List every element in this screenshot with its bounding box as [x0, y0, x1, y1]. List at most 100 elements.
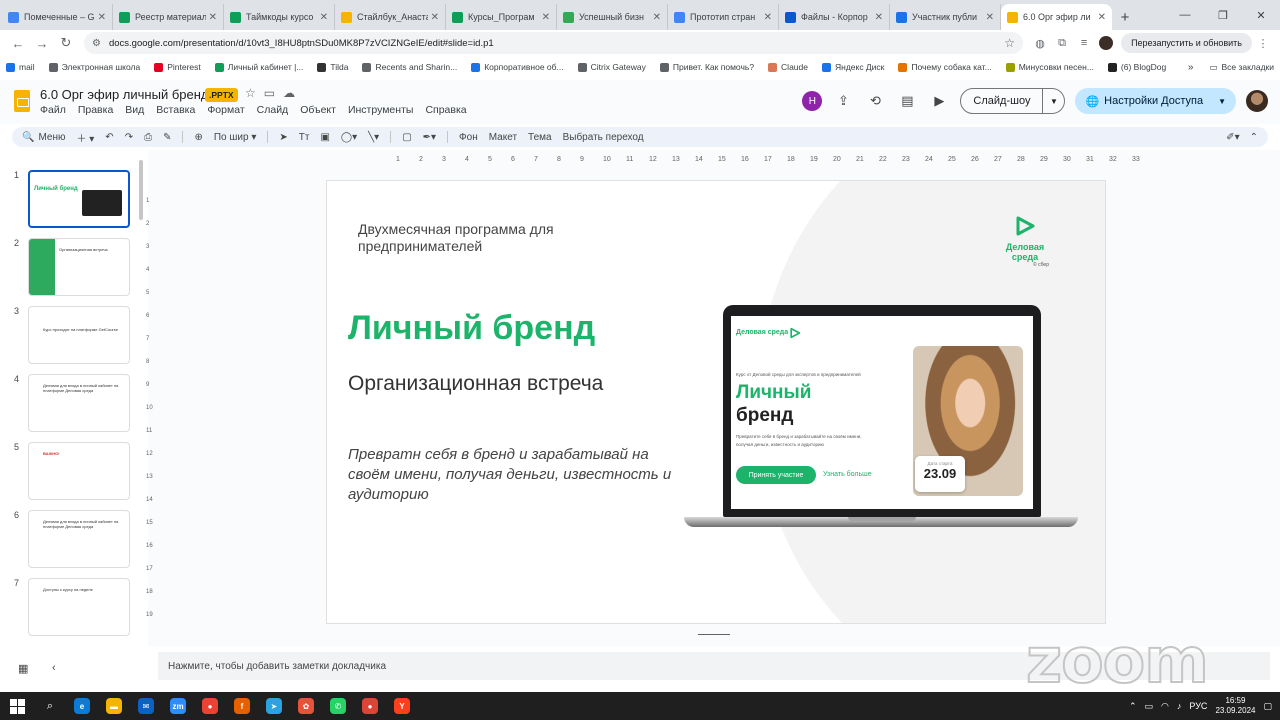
browser-tab[interactable]: Таймкоды курсо ✕ — [224, 4, 335, 30]
relaunch-button[interactable]: Перезапустить и обновить — [1121, 33, 1252, 53]
browser-tab[interactable]: Стайлбук_Анаста ✕ — [335, 4, 446, 30]
slide-thumbnail[interactable]: 3 Курс проходит на платформе GetCourse — [0, 306, 140, 368]
taskbar-app-yandex[interactable]: Y — [386, 692, 418, 720]
version-history-icon[interactable]: ⟲ — [864, 90, 886, 112]
taskbar-app-explorer[interactable]: ▬ — [98, 692, 130, 720]
minimize-button[interactable]: — — [1166, 0, 1204, 30]
taskbar-app-telegram[interactable]: ➤ — [258, 692, 290, 720]
taskbar-app-photos[interactable]: ✿ — [290, 692, 322, 720]
new-tab-button[interactable]: + — [1112, 4, 1138, 30]
close-tab-icon[interactable]: ✕ — [986, 12, 994, 23]
clock[interactable]: 16:59 23.09.2024 — [1215, 696, 1255, 716]
extension-icon[interactable]: ◍ — [1029, 32, 1051, 54]
user-avatar[interactable] — [1246, 90, 1268, 112]
theme-button[interactable]: Тема — [528, 132, 552, 143]
comments-icon[interactable]: ▤ — [896, 90, 918, 112]
menu-item[interactable]: Инструменты — [348, 104, 413, 116]
taskbar-app-whatsapp[interactable]: ✆ — [322, 692, 354, 720]
browser-tab[interactable]: Файлы - Корпор ✕ — [779, 4, 890, 30]
bookmark-item[interactable]: Pinterest — [154, 62, 201, 72]
taskbar-app-chrome[interactable]: ● — [194, 692, 226, 720]
collapse-filmstrip-icon[interactable]: ‹ — [52, 662, 56, 674]
comment-icon[interactable]: ▢ — [402, 132, 411, 143]
redo-icon[interactable]: ↷ — [125, 132, 133, 143]
browser-menu-icon[interactable]: ⋮ — [1252, 32, 1274, 54]
document-title[interactable]: 6.0 Орг эфир личный бренд — [40, 87, 209, 102]
menu-item[interactable]: Объект — [300, 104, 336, 116]
browser-tab[interactable]: Помеченные – G ✕ — [2, 4, 113, 30]
slide-subtitle[interactable]: Двухмесячная программа для предпринимате… — [358, 221, 598, 255]
present-to-meet-icon[interactable]: ⇪ — [832, 90, 854, 112]
close-tab-icon[interactable]: ✕ — [431, 12, 439, 23]
tray-chevron-icon[interactable]: ⌃ — [1129, 701, 1137, 712]
slide-tagline[interactable]: Превратн себя в бренд и зарабатывай на с… — [348, 445, 678, 505]
slide-subheading[interactable]: Организационная встреча — [348, 372, 603, 396]
horizontal-ruler[interactable]: 1 2 3 4 5 6 7 8 9 10 11 12 13 14 15 16 17 18 19 20 21 22 23 24 2… — [328, 156, 1140, 168]
bookmark-item[interactable]: Минусовки песен... — [1005, 62, 1094, 72]
close-window-button[interactable]: ✕ — [1242, 0, 1280, 30]
zoom-select[interactable]: По шир ▾ — [214, 132, 257, 143]
background-button[interactable]: Фон — [459, 132, 478, 143]
search-menu[interactable]: 🔍 Меню — [22, 132, 65, 143]
slides-logo-icon[interactable] — [14, 90, 30, 112]
vertical-ruler[interactable]: 1 2 3 4 5 6 7 8 9 10 11 12 13 14 15 16 17 18 19 — [146, 180, 156, 620]
notes-resize-handle[interactable] — [698, 634, 730, 635]
meet-camera-icon[interactable]: ▶ — [928, 90, 950, 112]
notifications-icon[interactable]: ▢ — [1263, 701, 1272, 712]
slideshow-button[interactable]: Слайд-шоу — [960, 88, 1044, 114]
print-icon[interactable]: ⎙ — [144, 132, 152, 143]
new-slide-button[interactable]: ＋ ▾ — [76, 130, 94, 145]
close-tab-icon[interactable]: ✕ — [764, 12, 772, 23]
extensions-puzzle-icon[interactable]: ⧉ — [1051, 32, 1073, 54]
profile-avatar[interactable] — [1099, 36, 1114, 50]
forward-icon[interactable]: → — [30, 31, 54, 55]
cloud-status-icon[interactable]: ☁ — [283, 86, 295, 100]
menu-item[interactable]: Правка — [78, 104, 113, 116]
collaborator-avatar[interactable]: Н — [802, 91, 823, 111]
slideshow-dropdown[interactable]: ▼ — [1043, 88, 1066, 114]
bookmark-item[interactable]: Личный кабинет |... — [214, 62, 303, 72]
slide-thumbnail[interactable]: 2 Организационная встреча — [0, 238, 140, 300]
bookmark-item[interactable]: Корпоративное об... — [471, 62, 564, 72]
browser-tab[interactable]: Курсы_Програм ✕ — [446, 4, 557, 30]
close-tab-icon[interactable]: ✕ — [320, 12, 328, 23]
taskbar-search-icon[interactable]: ⌕ — [34, 692, 66, 720]
menu-item[interactable]: Вставка — [156, 104, 195, 116]
volume-icon[interactable]: ♪ — [1177, 701, 1182, 711]
slide-thumbnail[interactable]: 4 Деловая для входа в личный кабинет на п… — [0, 374, 140, 436]
bookmark-item[interactable]: Tilda — [317, 62, 348, 72]
browser-tab[interactable]: Участник публи ✕ — [890, 4, 1001, 30]
delovaya-sreda-logo[interactable]: Деловая среда © сбер — [995, 215, 1055, 271]
pen-icon[interactable]: ✒▾ — [423, 132, 436, 143]
bookmark-item[interactable]: Claude — [768, 62, 808, 72]
url-input[interactable]: ⚙ docs.google.com/presentation/d/10vt3_I… — [84, 32, 1024, 54]
input-language[interactable]: РУС — [1189, 701, 1207, 711]
browser-tab[interactable]: Прототип стран ✕ — [668, 4, 779, 30]
taskbar-app-mail[interactable]: ✉ — [130, 692, 162, 720]
bookmark-item[interactable]: Яндекс Диск — [821, 62, 884, 72]
taskbar-app-zoom[interactable]: zm — [162, 692, 194, 720]
menu-item[interactable]: Вид — [125, 104, 144, 116]
close-tab-icon[interactable]: ✕ — [98, 12, 106, 23]
menu-item[interactable]: Формат — [207, 104, 244, 116]
shape-icon[interactable]: ◯▾ — [341, 132, 357, 143]
all-bookmarks-button[interactable]: ▭ Все закладки — [1209, 62, 1274, 73]
bookmark-item[interactable]: mail — [6, 62, 35, 72]
bookmark-item[interactable]: (6) BlogDog — [1107, 62, 1166, 72]
select-tool-icon[interactable]: ➤ — [279, 132, 287, 143]
close-tab-icon[interactable]: ✕ — [653, 12, 661, 23]
move-folder-icon[interactable]: ▭ — [264, 86, 275, 100]
wifi-icon[interactable]: ◠ — [1161, 701, 1169, 712]
site-info-icon[interactable]: ⚙ — [92, 38, 101, 49]
back-icon[interactable]: ← — [6, 31, 30, 55]
bookmark-item[interactable]: Recents and Sharin... — [362, 62, 457, 72]
slide-canvas[interactable]: Двухмесячная программа для предпринимате… — [326, 180, 1106, 624]
more-bookmarks-icon[interactable]: » — [1188, 62, 1194, 73]
close-tab-icon[interactable]: ✕ — [542, 12, 550, 23]
network-icon[interactable]: ▭ — [1145, 701, 1154, 712]
slide-title[interactable]: Личный бренд — [348, 309, 595, 348]
paint-format-icon[interactable]: ✎ — [163, 132, 171, 143]
text-box-icon[interactable]: Tт — [299, 132, 310, 143]
close-tab-icon[interactable]: ✕ — [875, 12, 883, 23]
edit-mode-icon[interactable]: ✐▾ — [1226, 132, 1239, 143]
